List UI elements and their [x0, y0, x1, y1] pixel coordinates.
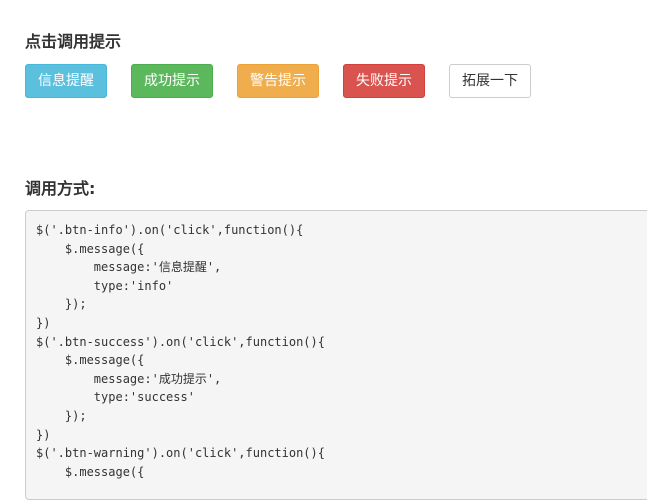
code-line: $.message({ [36, 241, 145, 256]
code-line: type:'success' [36, 390, 195, 405]
code-block: $('.btn-info').on('click',function(){ $.… [25, 210, 647, 500]
section-title-click-demo: 点击调用提示 [25, 32, 122, 51]
code-line: }) [36, 427, 51, 442]
info-message-button[interactable]: 信息提醒 [25, 64, 107, 98]
code-line: message:'成功提示', [36, 371, 222, 386]
code-line: }) [36, 315, 51, 330]
code-line: $.message({ [36, 353, 145, 368]
code-line: }); [36, 408, 87, 423]
code-line: $.message({ [36, 464, 145, 479]
code-line: type:'info' [36, 278, 174, 293]
warning-message-button[interactable]: 警告提示 [237, 64, 319, 98]
success-message-button[interactable]: 成功提示 [131, 64, 213, 98]
code-line: $('.btn-warning').on('click',function(){ [36, 446, 325, 461]
error-message-button[interactable]: 失败提示 [343, 64, 425, 98]
code-line: }); [36, 297, 87, 312]
code-line: $('.btn-info').on('click',function(){ [36, 223, 304, 237]
extend-button[interactable]: 拓展一下 [449, 64, 531, 98]
section-title-usage: 调用方式: [25, 179, 96, 198]
code-line: $('.btn-success').on('click',function(){ [36, 334, 325, 349]
code-line: message:'信息提醒', [36, 260, 222, 275]
